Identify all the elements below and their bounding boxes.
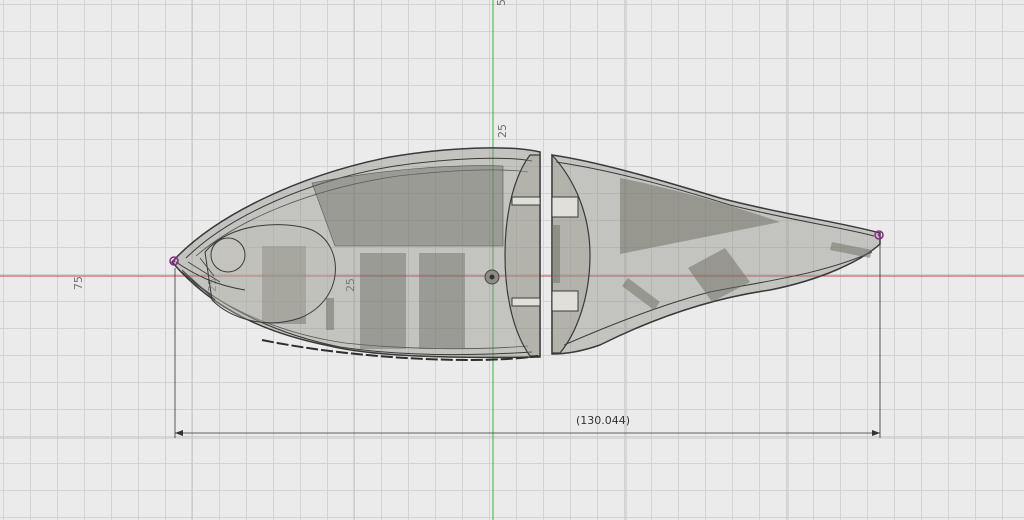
- front-key-upper: [511, 196, 541, 206]
- front-key-lower: [511, 297, 541, 307]
- lure-rear-body[interactable]: [551, 153, 881, 355]
- rear-key-upper: [551, 196, 579, 218]
- ruler-label-upper: 25: [496, 124, 509, 138]
- design-canvas[interactable]: 75 5 25 25 25 (130.044): [0, 0, 1024, 520]
- side-panel-upper: [311, 165, 504, 247]
- side-panel-block-2: [360, 253, 406, 349]
- rear-panel-strip: [552, 225, 560, 283]
- origin-marker[interactable]: [484, 269, 500, 285]
- side-panel-block-3: [419, 253, 465, 349]
- eye: [210, 237, 246, 273]
- rear-key-lower: [551, 290, 579, 312]
- side-panel-block-4: [326, 298, 334, 330]
- lure-front-body[interactable]: [170, 147, 541, 362]
- ruler-label-left: 75: [72, 276, 85, 290]
- sketch-scene: 75 5 25 25 25 (130.044): [0, 0, 1024, 520]
- ruler-label-top: 5: [495, 0, 508, 6]
- dimension-value[interactable]: (130.044): [576, 414, 630, 427]
